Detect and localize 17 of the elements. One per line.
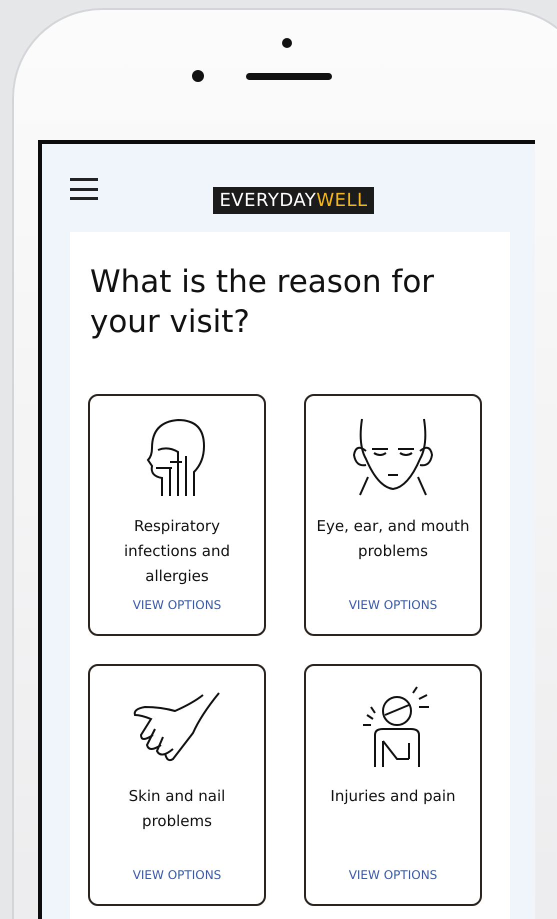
- view-options-link[interactable]: VIEW OPTIONS: [132, 868, 222, 882]
- view-options-link[interactable]: VIEW OPTIONS: [348, 868, 438, 882]
- logo[interactable]: EVERYDAYWELL: [213, 186, 374, 214]
- view-options-link[interactable]: VIEW OPTIONS: [132, 598, 222, 612]
- category-title: Eye, ear, and mouth problems: [316, 516, 470, 562]
- category-title: Respiratory infections and allergies: [123, 516, 231, 587]
- category-card[interactable]: Skin and nail problems VIEW OPTIONS: [88, 664, 266, 906]
- page-heading: What is the reason for your visit?: [90, 263, 436, 342]
- category-card[interactable]: Respiratory infections and allergies VIEW OPTIONS: [88, 394, 266, 636]
- menu-icon[interactable]: [70, 178, 98, 200]
- sensor-icon: [192, 70, 204, 82]
- category-card[interactable]: Injuries and pain VIEW OPTIONS: [304, 664, 482, 906]
- category-title: Injuries and pain: [330, 786, 456, 807]
- camera-icon: [282, 38, 292, 48]
- view-options-link[interactable]: VIEW OPTIONS: [348, 598, 438, 612]
- category-title: Skin and nail problems: [128, 786, 226, 832]
- category-card[interactable]: Eye, ear, and mouth problems VIEW OPTIONS: [304, 394, 482, 636]
